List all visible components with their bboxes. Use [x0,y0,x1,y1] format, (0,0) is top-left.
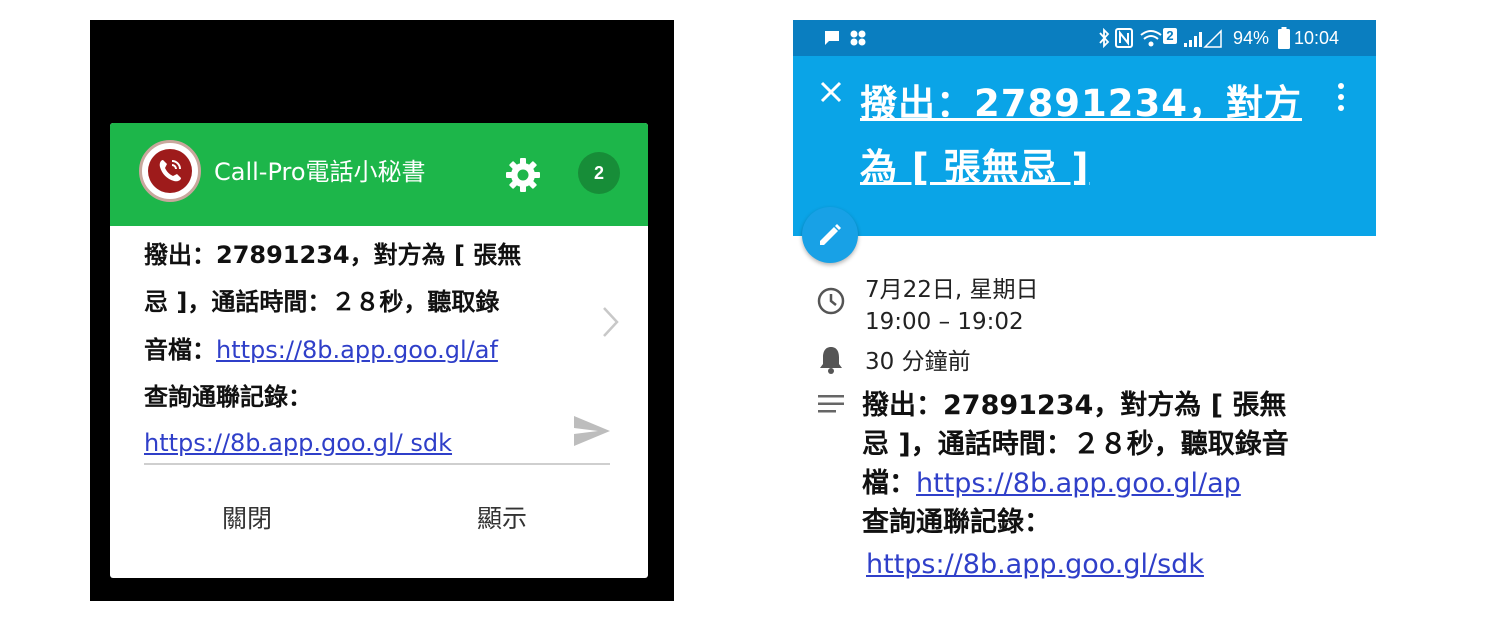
app-title: Call-Pro電話小秘書 [214,158,426,186]
apps-icon [850,30,866,46]
bluetooth-icon [1099,28,1110,48]
message-line: 撥出：27891234，對方為 [ 張無 [144,241,522,269]
right-screenshot: 2 94% 10:04 撥出：27891234，對方 為 [ 張無忌 ] 7月2… [793,20,1376,610]
event-time-range: 19:00 – 19:02 [865,309,1024,335]
pencil-icon [820,224,841,245]
clock-icon [817,287,845,315]
wifi-icon [1140,30,1162,47]
description-line: 檔：https://8b.app.goo.gl/ap [862,468,1241,499]
event-app-bar: 2 94% 10:04 撥出：27891234，對方 為 [ 張無忌 ] [793,20,1376,236]
description-line: 撥出：27891234，對方為 [ 張無 [862,390,1287,421]
status-bar: 2 94% 10:04 [793,20,1376,56]
description-line: 查詢通聯記錄： [862,507,1051,538]
input-underline [144,463,610,465]
show-button[interactable]: 顯示 [477,499,527,539]
battery-percent: 94% [1233,28,1270,48]
left-screenshot: Call-Pro電話小秘書 2 撥出：27891234，對方為 [ 張無 忌 ]… [90,20,674,601]
close-icon[interactable] [817,78,845,106]
event-reminder: 30 分鐘前 [865,349,971,375]
send-icon[interactable] [572,413,612,449]
app-logo [139,140,201,202]
battery-icon [1278,27,1290,49]
clock-time: 10:04 [1294,28,1340,48]
message-line: 音檔：https://8b.app.goo.gl/af [144,336,498,364]
edit-button[interactable] [802,207,858,263]
gear-icon[interactable] [503,155,543,195]
chevron-right-icon[interactable] [600,305,622,339]
notification-count-badge: 2 [578,152,620,194]
close-button[interactable]: 關閉 [222,499,272,539]
recording-link[interactable]: https://8b.app.goo.gl/af [216,336,498,364]
description-icon [818,395,844,413]
phone-icon [159,160,181,182]
description-line: 忌 ]，通話時間：２８秒，聽取錄音 [862,429,1289,460]
more-options-icon[interactable] [1335,80,1347,114]
event-date: 7月22日, 星期日 [865,277,1039,303]
message-line: 查詢通聯記錄： [144,383,312,411]
event-title: 撥出：27891234，對方 為 [ 張無忌 ] [860,82,1302,189]
nfc-icon [1115,28,1133,48]
recording-link[interactable]: https://8b.app.goo.gl/ap [916,468,1241,499]
call-log-link[interactable]: https://8b.app.goo.gl/ sdk [144,427,452,459]
sim-badge: 2 [1163,28,1177,44]
notification-dialog: Call-Pro電話小秘書 2 撥出：27891234，對方為 [ 張無 忌 ]… [110,123,648,578]
signal-icon [1184,29,1222,48]
message-icon [825,31,839,45]
dialog-header: Call-Pro電話小秘書 2 [110,123,648,226]
bell-icon [820,347,842,374]
call-log-link[interactable]: https://8b.app.goo.gl/sdk [866,545,1204,584]
message-line: 忌 ]，通話時間：２８秒，聽取錄 [144,288,500,316]
